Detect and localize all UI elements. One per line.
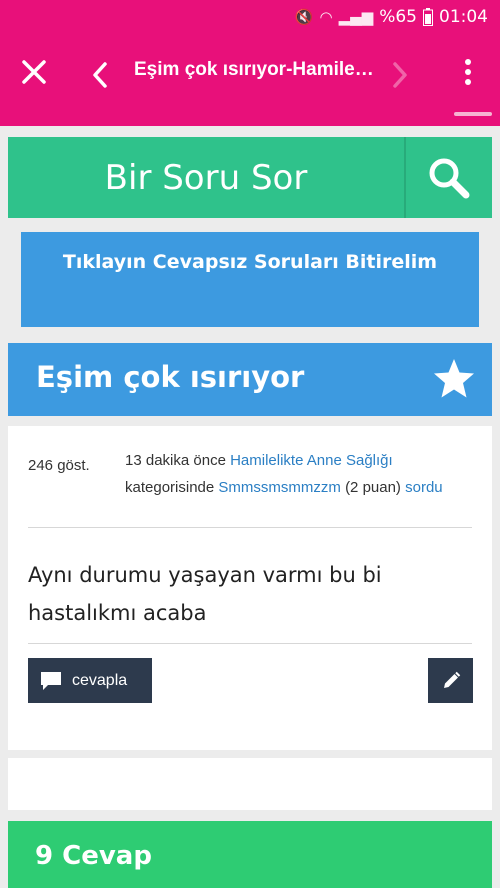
page-title: Eşim çok ısırıyor-Hamilel... [134, 59, 374, 80]
search-icon [429, 158, 470, 198]
mute-icon: 🔇 [294, 8, 314, 26]
close-icon[interactable] [18, 56, 50, 88]
battery-icon [423, 8, 433, 26]
answers-count: 9 Cevap [35, 841, 152, 871]
question-meta: 13 dakika önce Hamilelikte Anne Sağlığı … [125, 447, 475, 501]
time-ago: 13 dakika önce [125, 452, 226, 469]
ask-question-button[interactable]: Bir Soru Sor [8, 137, 404, 218]
chevron-left-icon[interactable] [90, 60, 110, 90]
tab-indicator [454, 112, 492, 116]
comment-icon [41, 671, 61, 690]
view-count: 246 göst. [28, 457, 90, 474]
question-title-bar: Eşim çok ısırıyor [8, 343, 492, 416]
ask-question-bar: Bir Soru Sor [8, 137, 492, 218]
chevron-right-icon[interactable] [390, 60, 410, 90]
user-link[interactable]: Smmssmsmmzzm [218, 479, 340, 496]
unanswered-questions-banner[interactable]: Tıklayın Cevapsız Soruları Bitirelim [21, 232, 479, 327]
status-bar: 🔇 ◠ ▂▄▆ %65 01:04 [0, 0, 500, 34]
answer-button[interactable]: cevapla [28, 658, 152, 703]
edit-button[interactable] [428, 658, 473, 703]
wifi-icon: ◠ [319, 8, 333, 26]
battery-level: %65 [379, 7, 417, 27]
divider [28, 527, 472, 528]
divider [28, 643, 472, 644]
answer-button-label: cevapla [72, 671, 128, 689]
more-options-icon[interactable] [458, 56, 478, 88]
question-body: Aynı durumu yaşayan varmı bu bi hastalık… [28, 563, 382, 625]
star-icon[interactable] [430, 355, 478, 403]
user-points: (2 puan) [345, 479, 401, 496]
empty-card [8, 758, 492, 810]
category-link[interactable]: Hamilelikte Anne Sağlığı [230, 452, 393, 469]
answers-header: 9 Cevap [8, 821, 492, 888]
clock: 01:04 [439, 7, 488, 27]
question-card: 246 göst. 13 dakika önce Hamilelikte Ann… [8, 426, 492, 750]
search-button[interactable] [404, 137, 492, 218]
signal-icon: ▂▄▆ [338, 8, 374, 26]
category-suffix: kategorisinde [125, 479, 215, 496]
asked-link[interactable]: sordu [405, 479, 443, 496]
question-title: Eşim çok ısırıyor [36, 360, 305, 394]
app-bar: Eşim çok ısırıyor-Hamilel... [0, 34, 500, 126]
pencil-icon [443, 671, 460, 688]
